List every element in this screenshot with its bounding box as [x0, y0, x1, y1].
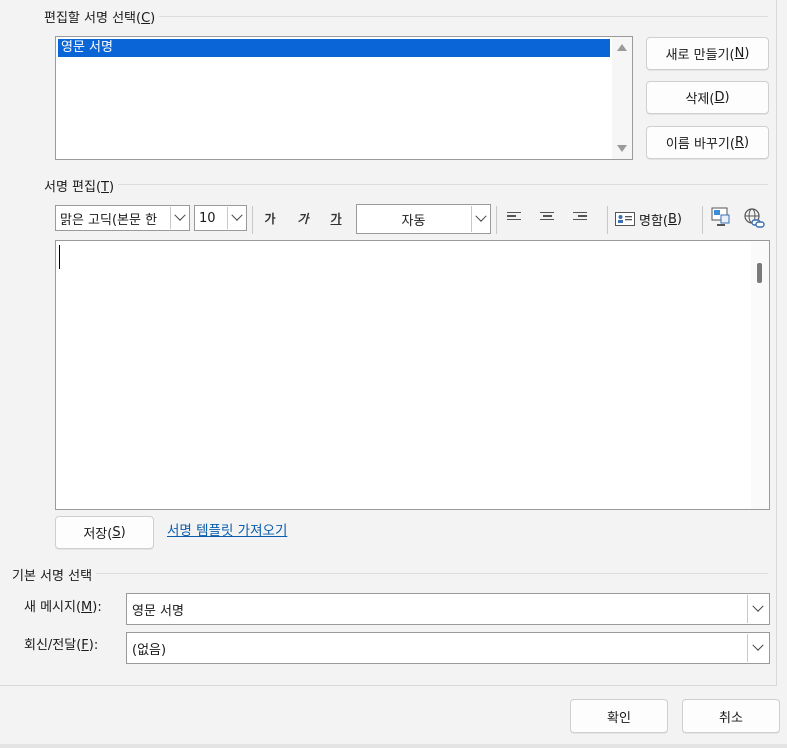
edit-section-title: 서명 편집(T) [40, 176, 119, 195]
signature-list-scrollbar[interactable] [612, 37, 632, 159]
ok-button[interactable]: 확인 [570, 699, 668, 733]
text-cursor [59, 245, 60, 269]
italic-button[interactable]: 가 [291, 207, 315, 229]
default-section-title: 기본 서명 선택 [8, 565, 97, 584]
font-size-dropdown[interactable] [227, 207, 245, 229]
select-section-title: 편집할 서명 선택(C) [40, 7, 160, 26]
align-left-icon[interactable] [507, 212, 521, 224]
scroll-up-arrow-icon[interactable] [617, 44, 627, 51]
bold-button[interactable]: 가 [258, 207, 282, 229]
reply-forward-signature-value: (없음) [132, 642, 167, 658]
chevron-down-icon [230, 209, 243, 221]
panel-border-bottom [0, 685, 777, 686]
font-size-combo[interactable]: 10 [194, 205, 247, 231]
signature-list-item-selected[interactable]: 영문 서명 [58, 39, 610, 57]
business-card-button[interactable]: 명함(B) [615, 208, 693, 230]
editor-scrollbar[interactable] [751, 241, 769, 509]
align-center-icon[interactable] [540, 212, 554, 224]
signature-editor[interactable] [55, 240, 770, 510]
rename-signature-button[interactable]: 이름 바꾸기(R) [646, 126, 769, 159]
toolbar-separator [702, 206, 703, 234]
toolbar-separator [496, 206, 497, 234]
new-signature-button[interactable]: 새로 만들기(N) [646, 37, 769, 70]
font-name-value: 맑은 고딕(본문 한 [60, 212, 158, 228]
default-section-line [10, 573, 768, 574]
business-card-icon [615, 212, 635, 226]
panel-border-right [776, 0, 777, 686]
chevron-down-icon [474, 210, 487, 222]
bottom-edge [0, 744, 787, 748]
font-name-combo[interactable]: 맑은 고딕(본문 한 [55, 205, 190, 231]
font-name-dropdown[interactable] [170, 207, 188, 229]
signature-template-link[interactable]: 서명 템플릿 가져오기 [167, 519, 287, 539]
toolbar-separator [607, 206, 608, 234]
reply-forward-label: 회신/전달(F): [24, 638, 99, 653]
font-size-value: 10 [199, 210, 216, 226]
toolbar-separator [252, 206, 253, 234]
align-right-icon[interactable] [573, 212, 587, 224]
save-button[interactable]: 저장(S) [55, 516, 154, 549]
new-message-dropdown[interactable] [747, 595, 768, 623]
scroll-down-arrow-icon[interactable] [617, 145, 627, 152]
chevron-down-icon [752, 639, 764, 651]
insert-picture-icon[interactable] [711, 207, 731, 229]
new-message-signature-value: 영문 서명 [132, 603, 184, 619]
reply-forward-dropdown[interactable] [747, 634, 768, 662]
cancel-button[interactable]: 취소 [682, 699, 780, 733]
chevron-down-icon [173, 209, 186, 221]
editor-scroll-thumb[interactable] [757, 263, 762, 283]
delete-signature-button[interactable]: 삭제(D) [646, 81, 769, 114]
font-color-combo[interactable]: 자동 [356, 204, 491, 234]
signature-listbox[interactable]: 영문 서명 [55, 36, 633, 160]
edit-section-line [40, 184, 768, 185]
new-message-signature-combo[interactable]: 영문 서명 [126, 593, 770, 625]
font-color-value: 자동 [401, 213, 426, 229]
reply-forward-signature-combo[interactable]: (없음) [126, 632, 770, 664]
insert-hyperlink-icon[interactable] [743, 207, 765, 229]
underline-button[interactable]: 가 [324, 207, 348, 229]
chevron-down-icon [752, 600, 764, 612]
new-message-label: 새 메시지(M): [24, 600, 102, 615]
font-color-dropdown[interactable] [471, 206, 489, 232]
